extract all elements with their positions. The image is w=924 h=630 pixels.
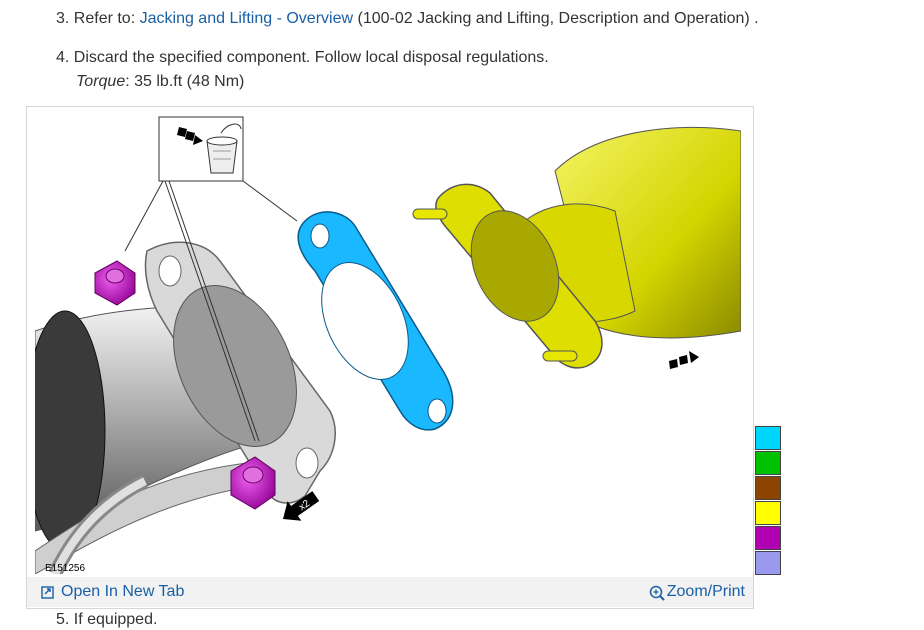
torque-value: : 35 lb.ft (48 Nm): [125, 73, 245, 90]
open-new-tab-icon: [41, 585, 55, 599]
torque-label: Torque: [76, 73, 126, 90]
torque-spec: Torque: 35 lb.ft (48 Nm): [76, 72, 244, 92]
zoom-print-button[interactable]: Zoom/Print: [649, 583, 745, 601]
legend-swatch-cyan[interactable]: [755, 426, 781, 450]
open-new-tab-button[interactable]: Open In New Tab: [41, 583, 184, 601]
zoom-print-label: Zoom/Print: [666, 583, 745, 600]
legend-swatch-magenta[interactable]: [755, 526, 781, 550]
legend-swatch-brown[interactable]: [755, 476, 781, 500]
catalytic-converter[interactable]: [412, 126, 741, 369]
open-new-tab-label: Open In New Tab: [61, 583, 185, 600]
step-5: 5. If equipped.: [56, 611, 158, 628]
legend-swatch-lavender[interactable]: [755, 551, 781, 575]
figure-container: x2 E151256 Open In New Tab Zoom/Print: [26, 106, 754, 609]
step-3: 3. Refer to: Jacking and Lifting - Overv…: [56, 9, 759, 29]
zoom-in-icon: [649, 585, 665, 601]
color-legend: [755, 426, 781, 576]
arrow-icon: [669, 351, 699, 369]
legend-swatch-yellow[interactable]: [755, 501, 781, 525]
figure-footer: Open In New Tab Zoom/Print: [27, 577, 753, 607]
step-3-prefix: 3. Refer to:: [56, 10, 136, 27]
exhaust-diagram: x2: [35, 116, 741, 574]
figure-id: E151256: [45, 563, 86, 574]
step-4: 4. Discard the specified component. Foll…: [56, 49, 549, 66]
flange-gasket[interactable]: [297, 211, 454, 431]
step-3-suffix: (100-02 Jacking and Lifting, Description…: [357, 10, 759, 27]
legend-swatch-green[interactable]: [755, 451, 781, 475]
jacking-lifting-link[interactable]: Jacking and Lifting - Overview: [140, 10, 353, 27]
exhaust-illustration[interactable]: x2 E151256: [35, 111, 741, 574]
flange-nut-upper[interactable]: [94, 260, 136, 306]
